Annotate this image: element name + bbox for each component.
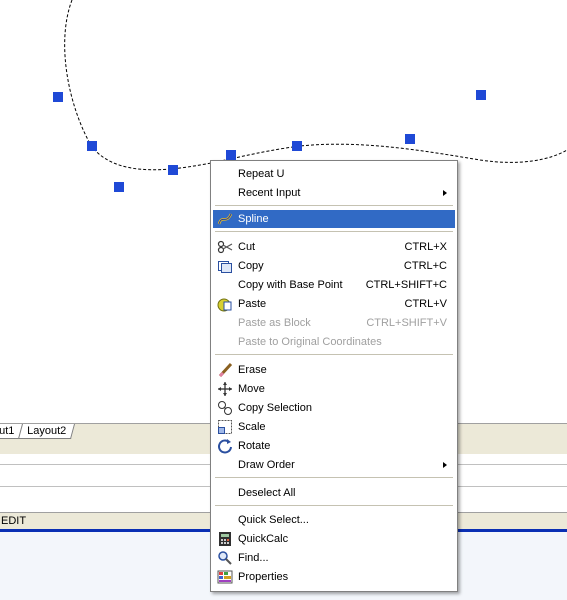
menu-item-shortcut: CTRL+SHIFT+C: [365, 279, 447, 291]
menu-item-label: Properties: [238, 571, 289, 583]
calculator-icon: [217, 531, 233, 547]
menu-separator: [215, 505, 453, 506]
status-text: EDIT: [1, 515, 27, 527]
menu-item-label: Draw Order: [238, 459, 295, 471]
menu-item-deselect-all[interactable]: Deselect All: [213, 484, 455, 502]
menu-item-label: Erase: [238, 364, 267, 376]
scale-icon: [217, 419, 233, 435]
menu-separator: [215, 231, 453, 232]
properties-icon: [217, 569, 233, 585]
menu-item-properties[interactable]: Properties: [213, 568, 455, 586]
find-icon: [217, 550, 233, 566]
menu-item-quick-select[interactable]: Quick Select...: [213, 511, 455, 529]
menu-item-draw-order[interactable]: Draw Order: [213, 456, 455, 474]
menu-item-label: Copy with Base Point: [238, 279, 343, 291]
menu-item-label: Recent Input: [238, 187, 301, 199]
grip[interactable]: [53, 92, 63, 102]
menu-item-cut[interactable]: Cut CTRL+X: [213, 238, 455, 256]
submenu-arrow-icon: [443, 462, 447, 468]
menu-item-spline[interactable]: Spline: [213, 210, 455, 228]
tab-layout2[interactable]: Layout2: [17, 424, 76, 439]
menu-item-label: Scale: [238, 421, 266, 433]
menu-item-shortcut: CTRL+V: [404, 298, 448, 310]
menu-item-label: Quick Select...: [238, 514, 309, 526]
menu-item-recent-input[interactable]: Recent Input: [213, 184, 455, 202]
menu-item-copy-base-point[interactable]: Copy with Base Point CTRL+SHIFT+C: [213, 276, 455, 294]
grip[interactable]: [405, 134, 415, 144]
menu-item-label: Find...: [238, 552, 269, 564]
menu-item-shortcut: CTRL+X: [404, 241, 448, 253]
menu-item-paste[interactable]: Paste CTRL+V: [213, 295, 455, 313]
menu-item-label: Move: [238, 383, 265, 395]
spline-icon: [217, 211, 233, 227]
context-menu: Repeat U Recent Input Spline Cut CTRL+X …: [210, 160, 458, 592]
menu-item-label: QuickCalc: [238, 533, 289, 545]
menu-item-label: Rotate: [238, 440, 271, 452]
submenu-arrow-icon: [443, 190, 447, 196]
rotate-icon: [217, 438, 233, 454]
menu-separator: [215, 205, 453, 206]
menu-item-label: Paste to Original Coordinates: [238, 336, 382, 348]
grip[interactable]: [114, 182, 124, 192]
eraser-icon: [217, 362, 233, 378]
menu-item-find[interactable]: Find...: [213, 549, 455, 567]
menu-item-label: Repeat U: [238, 168, 285, 180]
menu-item-scale[interactable]: Scale: [213, 418, 455, 436]
grip[interactable]: [476, 90, 486, 100]
menu-item-quickcalc[interactable]: QuickCalc: [213, 530, 455, 548]
menu-item-erase[interactable]: Erase: [213, 361, 455, 379]
menu-item-shortcut: CTRL+C: [403, 260, 447, 272]
scissors-icon: [217, 239, 233, 255]
menu-item-paste-original-coordinates[interactable]: Paste to Original Coordinates: [213, 333, 455, 351]
menu-separator: [215, 477, 453, 478]
menu-separator: [215, 354, 453, 355]
menu-item-repeat[interactable]: Repeat U: [213, 165, 455, 183]
spline-curve[interactable]: [64, 0, 567, 171]
tab-layout1-label: ut1: [0, 425, 15, 437]
menu-item-shortcut: CTRL+SHIFT+V: [366, 317, 447, 329]
menu-item-label: Copy Selection: [238, 402, 312, 414]
menu-item-label: Paste: [238, 298, 267, 310]
copy-selection-icon: [217, 400, 233, 416]
menu-item-label: Deselect All: [238, 487, 296, 499]
menu-item-copy-selection[interactable]: Copy Selection: [213, 399, 455, 417]
menu-item-copy[interactable]: Copy CTRL+C: [213, 257, 455, 275]
menu-item-label: Copy: [238, 260, 264, 272]
grip[interactable]: [168, 165, 178, 175]
menu-item-label: Paste as Block: [238, 317, 311, 329]
copy-icon: [217, 258, 233, 274]
grip[interactable]: [87, 141, 97, 151]
menu-item-label: Cut: [238, 241, 256, 253]
grip[interactable]: [292, 141, 302, 151]
menu-item-label: Spline: [238, 213, 269, 225]
menu-item-paste-as-block[interactable]: Paste as Block CTRL+SHIFT+V: [213, 314, 455, 332]
tab-layout2-label: Layout2: [27, 425, 67, 437]
menu-item-rotate[interactable]: Rotate: [213, 437, 455, 455]
menu-item-move[interactable]: Move: [213, 380, 455, 398]
paste-icon: [217, 296, 233, 312]
grip[interactable]: [226, 150, 236, 160]
move-icon: [217, 381, 233, 397]
